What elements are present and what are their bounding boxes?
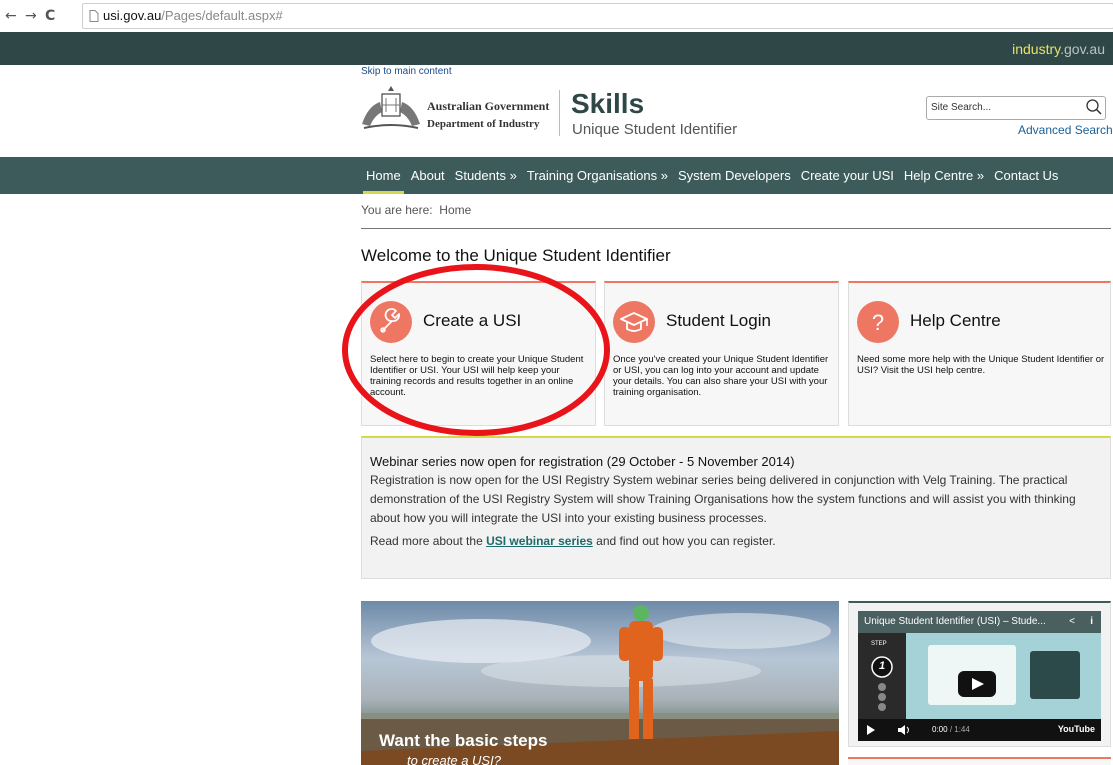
browser-toolbar: ← → C usi.gov.au/Pages/default.aspx# [0,0,1113,32]
video-time-total: / 1:44 [949,725,970,734]
coat-of-arms-icon [362,86,420,129]
url-path: /Pages/default.aspx# [161,8,283,23]
usi-webinar-series-link[interactable]: USI webinar series [486,534,593,548]
webinar-read-more: Read more about the USI webinar series a… [370,534,776,548]
industry-link[interactable]: industry.gov.au [1012,41,1105,57]
forward-icon[interactable]: → [25,8,37,24]
breadcrumb-current: Home [439,203,472,217]
back-icon[interactable]: ← [5,8,17,24]
hero-subheading: to create a USI? [407,753,501,765]
nav-item-training-organisations[interactable]: Training Organisations » [522,157,673,194]
nav-item-students[interactable]: Students » [450,157,522,194]
header-divider [559,90,560,136]
department-name: Department of Industry [427,118,540,130]
webinar-announcement: Webinar series now open for registration… [361,436,1111,579]
video-title-bar: Unique Student Identifier (USI) – Stude.… [858,611,1101,633]
video-time: 0:00 / 1:44 [932,725,970,734]
play-icon[interactable] [866,725,876,735]
info-icon[interactable]: i [1090,611,1093,633]
site-search-input[interactable] [931,99,1081,115]
read-more-prefix: Read more about the [370,534,483,548]
webinar-body: Registration is now open for the USI Reg… [370,473,1076,525]
site-search-box [926,96,1106,120]
graduation-cap-icon [620,312,648,332]
card-text: Once you've created your Unique Student … [613,354,829,398]
industry-tld: .gov.au [1060,41,1105,57]
site-subtitle: Unique Student Identifier [572,121,738,138]
hero-banner[interactable]: Want the basic steps to create a USI? [361,601,839,765]
video-time-current: 0:00 [932,725,948,734]
svg-text:?: ? [872,310,884,335]
card-title: Help Centre [910,311,1001,330]
share-icon[interactable]: < [1069,611,1075,633]
url-text: usi.gov.au/Pages/default.aspx# [103,8,283,23]
breadcrumb: You are here: Home [361,203,471,217]
nav-item-about[interactable]: About [406,157,450,194]
student-login-card[interactable]: Student Login Once you've created your U… [604,281,839,426]
hero-heading: Want the basic steps [379,731,548,750]
skip-to-content-link[interactable]: Skip to main content [361,66,452,77]
video-panel: Unique Student Identifier (USI) – Stude.… [848,601,1111,747]
page-icon [89,10,99,22]
main-navigation: Home About Students » Training Organisat… [0,157,1113,194]
help-centre-card[interactable]: ? Help Centre Need some more help with t… [848,281,1111,426]
video-title: Unique Student Identifier (USI) – Stude.… [864,616,1046,627]
search-icon[interactable] [1085,98,1103,116]
industry-name: industry [1012,41,1061,57]
card-text: Need some more help with the Unique Stud… [857,354,1105,376]
student-login-icon-circle [613,301,655,343]
step-number: 1 [879,660,886,672]
government-name: Australian Government [427,99,550,113]
advanced-search-link[interactable]: Advanced Search [1018,123,1113,137]
nav-item-create-your-usi[interactable]: Create your USI [796,157,899,194]
reload-icon[interactable]: C [45,8,55,24]
nav-item-help-centre[interactable]: Help Centre » [899,157,989,194]
address-bar[interactable]: usi.gov.au/Pages/default.aspx# [82,3,1113,29]
webinar-title: Webinar series now open for registration… [370,454,795,469]
nav-item-home[interactable]: Home [361,157,406,194]
url-domain: usi.gov.au [103,8,162,23]
help-centre-icon-circle: ? [857,301,899,343]
nav-item-system-developers[interactable]: System Developers [673,157,796,194]
annotation-circle [342,264,610,436]
video-controls: 0:00 / 1:44 YouTube [858,719,1101,741]
breadcrumb-prefix: You are here: [361,203,433,217]
nav-list: Home About Students » Training Organisat… [361,157,1063,194]
youtube-logo[interactable]: YouTube [1058,724,1095,734]
nav-item-contact-us[interactable]: Contact Us [989,157,1063,194]
breadcrumb-divider [361,228,1111,229]
read-more-suffix: and find out how you can register. [596,534,776,548]
industry-bar: industry.gov.au [0,32,1113,65]
site-title[interactable]: Skills [571,88,644,120]
question-icon: ? [872,310,884,335]
volume-icon[interactable] [898,725,912,735]
card-title: Student Login [666,311,771,330]
youtube-player[interactable]: Unique Student Identifier (USI) – Stude.… [858,611,1101,741]
next-card-edge [848,757,1111,765]
step-label: STEP [871,641,887,647]
